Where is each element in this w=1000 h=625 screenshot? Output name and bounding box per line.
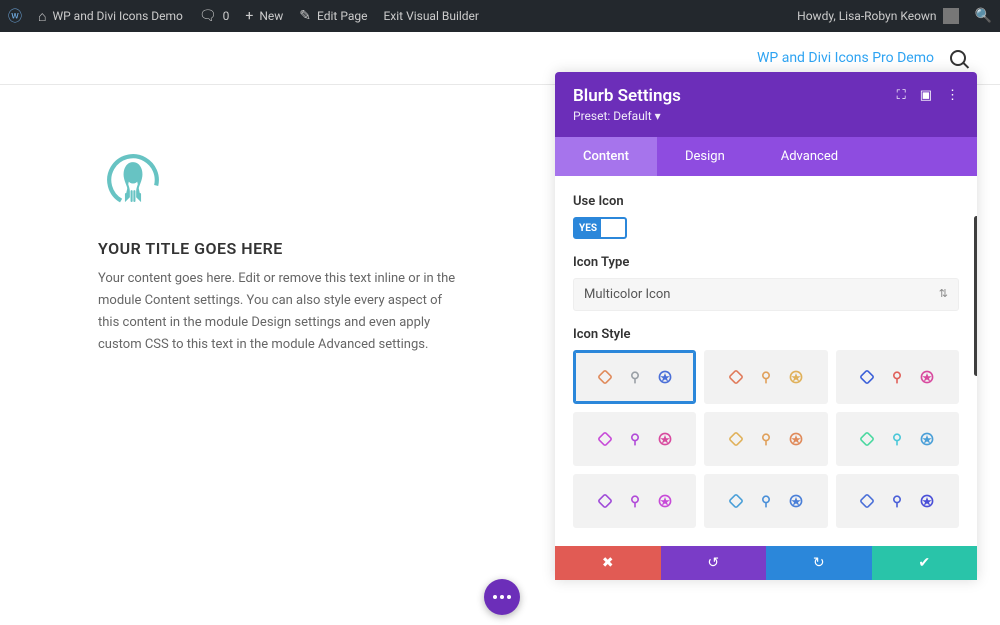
howdy-label: Howdy, Lisa-Robyn Keown	[797, 9, 936, 23]
toggle-on-label: YES	[575, 219, 601, 237]
site-name-label: WP and Divi Icons Demo	[52, 9, 182, 23]
comments-count: 0	[223, 9, 230, 23]
dot-icon	[507, 595, 511, 599]
close-icon: ✖	[602, 555, 614, 571]
use-icon-toggle[interactable]: YES	[573, 217, 627, 239]
plus-icon: +	[245, 8, 253, 24]
site-name[interactable]: ⌂ WP and Divi Icons Demo	[30, 0, 191, 32]
tab-design[interactable]: Design	[657, 137, 753, 176]
dot-icon	[493, 595, 497, 599]
icon-style-option[interactable]	[836, 350, 959, 404]
my-account[interactable]: Howdy, Lisa-Robyn Keown	[789, 0, 966, 32]
wp-logo[interactable]: ⓦ	[0, 0, 30, 32]
scrollbar[interactable]	[974, 216, 977, 376]
panel-actions: ✖ ↺ ↻ ✔	[555, 546, 977, 580]
toggle-knob	[605, 221, 623, 235]
icon-style-option[interactable]	[573, 350, 696, 404]
blurb-title[interactable]: YOUR TITLE GOES HERE	[98, 239, 462, 258]
snap-icon[interactable]: ⛶	[897, 88, 906, 103]
icon-style-option[interactable]	[573, 412, 696, 466]
kebab-icon[interactable]: ⋮	[946, 88, 959, 103]
expand-icon[interactable]: ▣	[920, 88, 932, 103]
use-icon-label: Use Icon	[573, 194, 959, 209]
header-link[interactable]: WP and Divi Icons Pro Demo	[757, 50, 934, 66]
icon-type-value: Multicolor Icon	[584, 287, 670, 302]
undo-icon: ↺	[707, 555, 719, 571]
builder-menu-button[interactable]	[484, 579, 520, 615]
exit-label: Exit Visual Builder	[383, 9, 479, 23]
new-label: New	[259, 9, 283, 23]
comment-icon: 🗨	[199, 8, 217, 24]
admin-search[interactable]: 🔍	[967, 0, 1000, 32]
icon-style-option[interactable]	[836, 412, 959, 466]
icon-type-select[interactable]: Multicolor Icon ⇅	[573, 278, 959, 311]
chevron-down-icon: ▾	[655, 109, 661, 123]
search-icon: 🔍	[975, 8, 992, 24]
blurb-settings-panel: Blurb Settings Preset: Default ▾ ⛶ ▣ ⋮ C…	[555, 72, 977, 580]
icon-style-option[interactable]	[704, 474, 827, 528]
panel-title: Blurb Settings	[573, 86, 897, 106]
blurb-text[interactable]: Your content goes here. Edit or remove t…	[98, 268, 462, 356]
icon-style-option[interactable]	[704, 412, 827, 466]
redo-button[interactable]: ↻	[766, 546, 872, 580]
tab-content[interactable]: Content	[555, 137, 657, 176]
icon-type-label: Icon Type	[573, 255, 959, 270]
pencil-icon: ✎	[299, 8, 311, 24]
cancel-button[interactable]: ✖	[555, 546, 661, 580]
new-content[interactable]: + New	[237, 0, 291, 32]
edit-page[interactable]: ✎ Edit Page	[291, 0, 375, 32]
icon-style-label: Icon Style	[573, 327, 959, 342]
dot-icon	[500, 595, 504, 599]
preset-dropdown[interactable]: Preset: Default ▾	[573, 109, 897, 123]
caret-icon: ⇅	[939, 287, 948, 300]
icon-style-option[interactable]	[704, 350, 827, 404]
undo-button[interactable]: ↺	[661, 546, 767, 580]
exit-visual-builder[interactable]: Exit Visual Builder	[375, 0, 487, 32]
save-button[interactable]: ✔	[872, 546, 978, 580]
panel-header[interactable]: Blurb Settings Preset: Default ▾ ⛶ ▣ ⋮	[555, 72, 977, 137]
check-icon: ✔	[918, 555, 930, 571]
panel-body: Use Icon YES Icon Type Multicolor Icon ⇅…	[555, 176, 977, 546]
home-icon: ⌂	[38, 8, 46, 25]
panel-tabs: Content Design Advanced	[555, 137, 977, 176]
icon-style-option[interactable]	[836, 474, 959, 528]
comments-link[interactable]: 🗨0	[191, 0, 238, 32]
search-icon[interactable]	[950, 50, 966, 66]
blurb-icon-wrap	[98, 145, 462, 215]
avatar	[943, 8, 959, 24]
icon-style-option[interactable]	[573, 474, 696, 528]
squid-icon	[98, 145, 168, 215]
wordpress-icon: ⓦ	[8, 6, 22, 26]
redo-icon: ↻	[813, 555, 825, 571]
icon-style-grid	[573, 350, 959, 528]
wp-admin-bar: ⓦ ⌂WP and Divi Icons Demo 🗨0 +New ✎Edit …	[0, 0, 1000, 32]
blurb-module[interactable]: YOUR TITLE GOES HERE Your content goes h…	[0, 85, 560, 416]
tab-advanced[interactable]: Advanced	[753, 137, 866, 176]
edit-label: Edit Page	[317, 9, 367, 23]
